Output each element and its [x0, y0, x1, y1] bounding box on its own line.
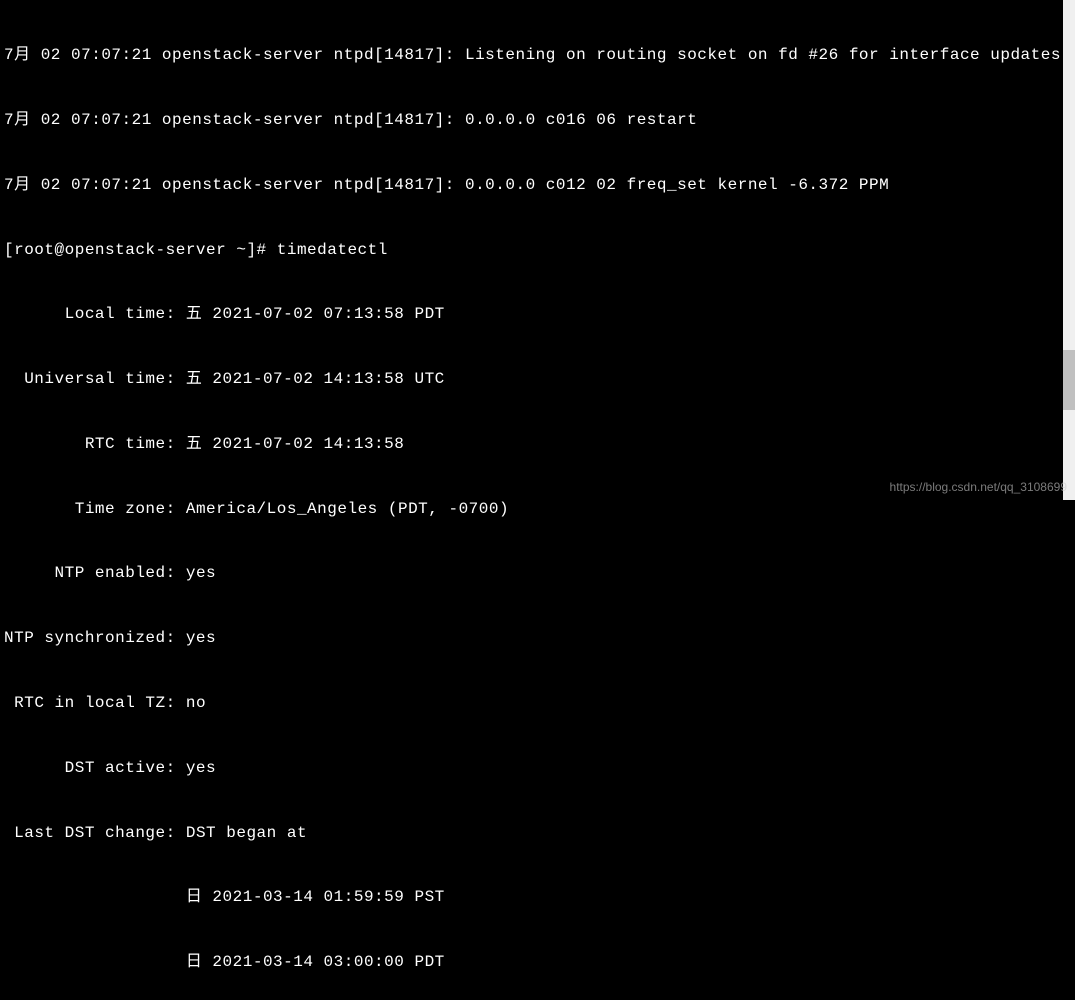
watermark-text: https://blog.csdn.net/qq_3108699 — [890, 480, 1067, 494]
scrollbar-track[interactable] — [1063, 0, 1075, 500]
output-line: Universal time: 五 2021-07-02 14:13:58 UT… — [4, 369, 1071, 391]
output-line: RTC in local TZ: no — [4, 693, 1071, 715]
output-line: 日 2021-03-14 01:59:59 PST — [4, 887, 1071, 909]
output-line: NTP enabled: yes — [4, 563, 1071, 585]
output-line: Last DST change: DST began at — [4, 823, 1071, 845]
output-line: DST active: yes — [4, 758, 1071, 780]
output-line: Local time: 五 2021-07-02 07:13:58 PDT — [4, 304, 1071, 326]
log-line: 7月 02 07:07:21 openstack-server ntpd[148… — [4, 110, 1071, 132]
output-line: NTP synchronized: yes — [4, 628, 1071, 650]
scrollbar-thumb[interactable] — [1063, 350, 1075, 410]
output-line: Time zone: America/Los_Angeles (PDT, -07… — [4, 499, 1071, 521]
output-line: 日 2021-03-14 03:00:00 PDT — [4, 952, 1071, 974]
log-line: 7月 02 07:07:21 openstack-server ntpd[148… — [4, 45, 1071, 67]
output-line: RTC time: 五 2021-07-02 14:13:58 — [4, 434, 1071, 456]
terminal-output[interactable]: 7月 02 07:07:21 openstack-server ntpd[148… — [0, 0, 1075, 1000]
prompt-line: [root@openstack-server ~]# timedatectl — [4, 240, 1071, 262]
log-line: 7月 02 07:07:21 openstack-server ntpd[148… — [4, 175, 1071, 197]
